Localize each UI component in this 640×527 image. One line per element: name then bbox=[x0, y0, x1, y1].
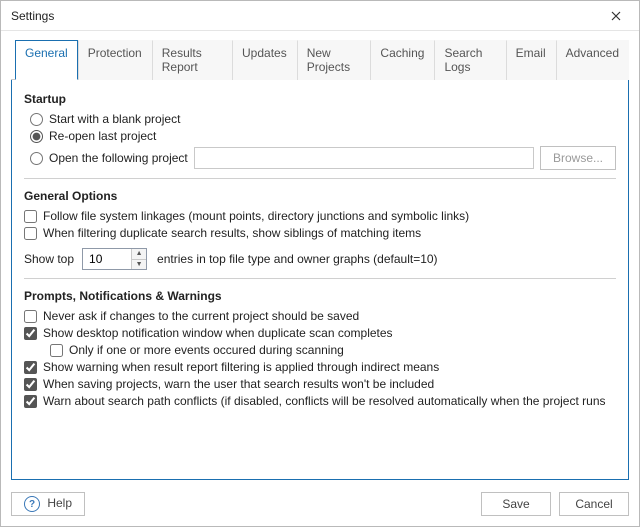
check-warn-path-conflicts[interactable] bbox=[24, 395, 37, 408]
close-icon bbox=[611, 8, 621, 24]
check-only-if-events[interactable] bbox=[50, 344, 63, 357]
tab-caching[interactable]: Caching bbox=[370, 40, 434, 80]
show-top-row: Show top ▲ ▼ entries in top file type an… bbox=[24, 248, 616, 270]
show-top-prefix: Show top bbox=[24, 252, 74, 266]
check-label-warn-path-conflicts: Warn about search path conflicts (if dis… bbox=[43, 394, 606, 408]
titlebar: Settings bbox=[1, 1, 639, 31]
check-show-siblings[interactable] bbox=[24, 227, 37, 240]
check-label-only-if-events: Only if one or more events occured durin… bbox=[69, 343, 344, 357]
footer: ? Help Save Cancel bbox=[1, 486, 639, 526]
check-label-show-siblings: When filtering duplicate search results,… bbox=[43, 226, 421, 240]
help-label: Help bbox=[47, 496, 72, 510]
tab-general[interactable]: General bbox=[15, 40, 78, 80]
check-row-warn-path-conflicts[interactable]: Warn about search path conflicts (if dis… bbox=[24, 394, 616, 408]
tab-new-projects[interactable]: New Projects bbox=[297, 40, 371, 80]
radio-label-reopen: Re-open last project bbox=[49, 129, 156, 143]
save-button[interactable]: Save bbox=[481, 492, 551, 516]
radio-reopen-last[interactable] bbox=[30, 130, 43, 143]
check-desktop-notify[interactable] bbox=[24, 327, 37, 340]
radio-open-following[interactable] bbox=[30, 152, 43, 165]
help-icon: ? bbox=[24, 496, 40, 512]
help-button[interactable]: ? Help bbox=[11, 492, 85, 516]
show-top-suffix: entries in top file type and owner graph… bbox=[157, 252, 438, 266]
radio-row-open-following: Open the following project Browse... bbox=[24, 146, 616, 170]
project-path-input[interactable] bbox=[194, 147, 534, 169]
check-row-desktop-notify[interactable]: Show desktop notification window when du… bbox=[24, 326, 616, 340]
divider bbox=[24, 178, 616, 179]
tab-search-logs[interactable]: Search Logs bbox=[434, 40, 505, 80]
general-options-heading: General Options bbox=[24, 189, 616, 203]
radio-start-blank[interactable] bbox=[30, 113, 43, 126]
prompts-heading: Prompts, Notifications & Warnings bbox=[24, 289, 616, 303]
spinner-buttons: ▲ ▼ bbox=[131, 249, 146, 269]
startup-heading: Startup bbox=[24, 92, 616, 106]
check-row-show-siblings[interactable]: When filtering duplicate search results,… bbox=[24, 226, 616, 240]
check-follow-linkages[interactable] bbox=[24, 210, 37, 223]
tab-results-report[interactable]: Results Report bbox=[152, 40, 232, 80]
radio-label-blank: Start with a blank project bbox=[49, 112, 180, 126]
tab-advanced[interactable]: Advanced bbox=[556, 40, 629, 80]
settings-window: Settings General Protection Results Repo… bbox=[0, 0, 640, 527]
cancel-button[interactable]: Cancel bbox=[559, 492, 629, 516]
check-row-never-ask-save[interactable]: Never ask if changes to the current proj… bbox=[24, 309, 616, 323]
check-label-never-ask-save: Never ask if changes to the current proj… bbox=[43, 309, 359, 323]
check-row-warn-results-not-included[interactable]: When saving projects, warn the user that… bbox=[24, 377, 616, 391]
check-never-ask-save[interactable] bbox=[24, 310, 37, 323]
check-warn-results-not-included[interactable] bbox=[24, 378, 37, 391]
check-label-follow-linkages: Follow file system linkages (mount point… bbox=[43, 209, 469, 223]
check-warn-indirect-filter[interactable] bbox=[24, 361, 37, 374]
show-top-spinner[interactable]: ▲ ▼ bbox=[82, 248, 147, 270]
spinner-down[interactable]: ▼ bbox=[132, 260, 146, 270]
show-top-input[interactable] bbox=[83, 249, 131, 269]
tab-updates[interactable]: Updates bbox=[232, 40, 297, 80]
divider bbox=[24, 278, 616, 279]
radio-row-reopen[interactable]: Re-open last project bbox=[24, 129, 616, 143]
check-row-warn-indirect-filter[interactable]: Show warning when result report filterin… bbox=[24, 360, 616, 374]
spinner-up[interactable]: ▲ bbox=[132, 249, 146, 260]
tabpage-general: Startup Start with a blank project Re-op… bbox=[11, 80, 629, 480]
radio-label-open-following: Open the following project bbox=[49, 151, 188, 165]
tab-protection[interactable]: Protection bbox=[78, 40, 152, 80]
browse-button[interactable]: Browse... bbox=[540, 146, 616, 170]
check-row-follow-linkages[interactable]: Follow file system linkages (mount point… bbox=[24, 209, 616, 223]
tab-email[interactable]: Email bbox=[506, 40, 556, 80]
radio-row-blank[interactable]: Start with a blank project bbox=[24, 112, 616, 126]
check-label-warn-results-not-included: When saving projects, warn the user that… bbox=[43, 377, 434, 391]
check-row-only-if-events[interactable]: Only if one or more events occured durin… bbox=[24, 343, 616, 357]
close-button[interactable] bbox=[601, 2, 631, 30]
check-label-desktop-notify: Show desktop notification window when du… bbox=[43, 326, 393, 340]
window-title: Settings bbox=[11, 9, 54, 23]
tabstrip: General Protection Results Report Update… bbox=[11, 39, 629, 80]
check-label-warn-indirect-filter: Show warning when result report filterin… bbox=[43, 360, 439, 374]
